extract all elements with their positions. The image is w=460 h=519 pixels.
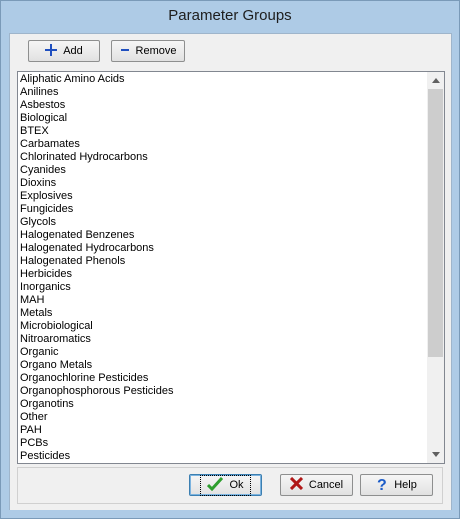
scrollbar-thumb[interactable]	[428, 89, 443, 357]
ok-focus-rect: Ok	[200, 474, 251, 496]
list-item[interactable]: BTEX	[20, 125, 425, 138]
list-item[interactable]: Chlorinated Hydrocarbons	[20, 151, 425, 164]
ok-button-label: Ok	[229, 479, 244, 491]
cancel-button-label: Cancel	[308, 479, 344, 491]
cancel-button[interactable]: Cancel	[280, 474, 353, 496]
button-bar: Ok Cancel ? Help	[17, 467, 443, 504]
list-item[interactable]: Fungicides	[20, 203, 425, 216]
x-icon	[289, 476, 303, 493]
vertical-scrollbar[interactable]	[427, 72, 444, 463]
svg-text:?: ?	[377, 477, 387, 492]
ok-button[interactable]: Ok	[189, 474, 262, 496]
scroll-up-arrow-icon[interactable]	[427, 72, 444, 89]
list-item[interactable]: Biological	[20, 112, 425, 125]
question-icon: ?	[376, 476, 388, 495]
list-item[interactable]: Microbiological	[20, 320, 425, 333]
list-item[interactable]: Asbestos	[20, 99, 425, 112]
list-item[interactable]: Organochlorine Pesticides	[20, 372, 425, 385]
list-item[interactable]: Cyanides	[20, 164, 425, 177]
list-item[interactable]: Inorganics	[20, 281, 425, 294]
list-item[interactable]: Nitroaromatics	[20, 333, 425, 346]
list-item[interactable]: Anilines	[20, 86, 425, 99]
dialog-body: Add Remove Aliphatic Amino Acids Anilines…	[9, 33, 452, 512]
add-button[interactable]: Add	[28, 40, 100, 62]
list-item[interactable]: MAH	[20, 294, 425, 307]
title-bar[interactable]: Parameter Groups	[1, 1, 459, 33]
list-item[interactable]: PAH	[20, 424, 425, 437]
list-items: Aliphatic Amino Acids Anilines Asbestos Bio…	[20, 73, 425, 463]
list-item[interactable]: Carbamates	[20, 138, 425, 151]
list-item[interactable]: Organophosphorous Pesticides	[20, 385, 425, 398]
dialog-window: Parameter Groups Add Remove Aliphatic Am…	[0, 0, 460, 519]
list-item[interactable]: Metals	[20, 307, 425, 320]
list-item[interactable]: Aliphatic Amino Acids	[20, 73, 425, 86]
list-item[interactable]: Pesticides	[20, 450, 425, 463]
list-item[interactable]: Glycols	[20, 216, 425, 229]
list-item[interactable]: Organotins	[20, 398, 425, 411]
list-item[interactable]: Dioxins	[20, 177, 425, 190]
help-button[interactable]: ? Help	[360, 474, 433, 496]
checkmark-icon	[207, 476, 224, 494]
list-item[interactable]: Herbicides	[20, 268, 425, 281]
list-item[interactable]: PCBs	[20, 437, 425, 450]
add-button-label: Add	[63, 45, 83, 57]
remove-button[interactable]: Remove	[111, 40, 185, 62]
list-item[interactable]: Halogenated Benzenes	[20, 229, 425, 242]
scroll-down-arrow-icon[interactable]	[427, 446, 444, 463]
list-item[interactable]: Other	[20, 411, 425, 424]
list-item[interactable]: Organo Metals	[20, 359, 425, 372]
list-item[interactable]: Organic	[20, 346, 425, 359]
help-button-label: Help	[394, 479, 417, 491]
parameter-group-list[interactable]: Aliphatic Amino Acids Anilines Asbestos Bio…	[17, 71, 445, 464]
window-bottom-edge	[1, 510, 459, 518]
minus-icon	[120, 45, 130, 58]
plus-icon	[45, 43, 58, 59]
list-item[interactable]: Halogenated Hydrocarbons	[20, 242, 425, 255]
list-item[interactable]: Explosives	[20, 190, 425, 203]
remove-button-label: Remove	[135, 45, 177, 57]
list-item[interactable]: Halogenated Phenols	[20, 255, 425, 268]
window-title: Parameter Groups	[168, 7, 292, 24]
